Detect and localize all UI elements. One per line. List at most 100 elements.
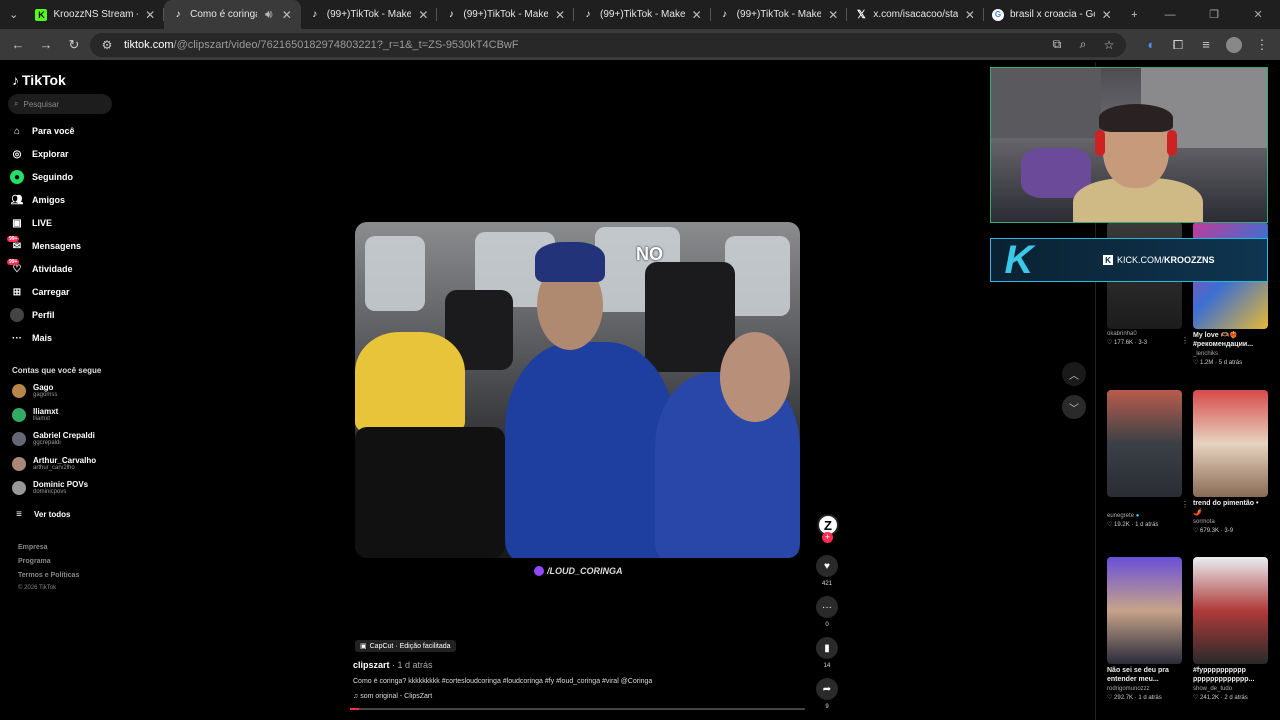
close-icon[interactable]: ✕ [827,8,839,22]
following-account[interactable]: Gago gagomss [12,381,112,401]
more-options-icon[interactable]: ⋮ [1181,336,1189,345]
browser-tab[interactable]: ♪ (99+)TikTok - Make Your Day ✕ [574,0,711,29]
browser-tab[interactable]: 𝕏 x.com/isacacoo/status/20 ✕ [847,0,984,29]
site-info-icon[interactable]: ⚙ [98,38,116,52]
video-caption: #fypppppppppp ppppppppppppp... [1193,667,1255,683]
capcut-badge[interactable]: ▣ CapCut · Edição facilitada [355,640,456,652]
heart-icon[interactable]: ♥ [816,555,838,577]
browser-tab-active[interactable]: ♪ Como é coringa? kkkkkkkk 🔊︎ ✕ [164,0,301,29]
nav-perfil[interactable]: Perfil [10,305,120,325]
following-account[interactable]: lliamxt lliamxt [12,405,112,425]
comment-action[interactable]: ··· 0 [816,596,838,628]
view-count: 19.2K [1114,522,1130,528]
tiktok-logo[interactable]: ♪ TikTok [12,72,66,88]
kick-channel-banner: K K KICK.COM/KROOZZNS [990,238,1268,282]
video-user: eunegrete ● [1107,513,1183,519]
bookmark-star-icon[interactable]: ☆ [1100,38,1118,52]
minimize-icon[interactable]: — [1148,0,1192,29]
footer-link[interactable]: Empresa [18,544,48,551]
like-count: 421 [821,581,832,587]
comment-icon[interactable]: ··· [816,596,838,618]
nav-seguindo[interactable]: ● Seguindo [10,167,120,187]
footer-link[interactable]: Termos e Políticas [18,572,79,579]
browser-tab[interactable]: ♪ (99+)TikTok - Make Your Day ✕ [301,0,438,29]
forward-icon[interactable]: → [34,33,58,57]
nav-explorar[interactable]: ◎ Explorar [10,144,120,164]
see-all-link[interactable]: ≡ Ver todos [12,504,122,524]
next-video-button[interactable]: ﹀ [1062,395,1086,419]
url-host: tiktok.com [124,38,174,51]
bookmark-icon[interactable]: ▮ [816,637,838,659]
video-user: _lenchiks [1193,351,1219,357]
reload-icon[interactable]: ↻ [62,33,86,57]
nav-label: Atividade [32,264,73,274]
extension-icon[interactable]: ◖ [1138,33,1162,57]
tiktok-icon: ♪ [175,9,181,20]
media-icon[interactable]: ≡ [1194,33,1218,57]
tab-search-button[interactable]: ⌄ [0,0,27,29]
x-logo-icon: 𝕏 [856,9,866,21]
nav-mais[interactable]: ··· Mais [10,328,120,348]
following-account[interactable]: Arthur_Carvalho arthur_carv2lho [12,454,112,474]
extensions-puzzle-icon[interactable]: ⧠ [1166,33,1190,57]
more-options-icon[interactable]: ⋮ [1181,500,1189,509]
share-action[interactable]: ➦ 9 [816,678,838,710]
nav-live[interactable]: ▣ LIVE [10,213,120,233]
close-window-icon[interactable]: ✕ [1236,0,1280,29]
close-icon[interactable]: ✕ [281,8,293,22]
video-scene-window [365,236,425,311]
share-icon[interactable]: ➦ [816,678,838,700]
like-action[interactable]: ♥ 421 [816,555,838,587]
previous-video-button[interactable]: ︿ [1062,362,1086,386]
address-bar[interactable]: ⚙ tiktok.com/@clipszart/video/7621650182… [90,32,1126,57]
zoom-icon[interactable]: ⌕ [1074,37,1092,52]
install-app-icon[interactable]: ⧉ [1048,37,1066,52]
search-input[interactable]: ⌕ Pesquisar [8,94,112,114]
new-tab-button[interactable]: + [1121,0,1148,29]
browser-tab[interactable]: ♪ (99+)TikTok - Make Your Day ✕ [437,0,575,29]
browser-tab[interactable]: ♪ (99+)TikTok - Make Your Day ✕ [711,0,848,29]
video-player[interactable] [355,222,800,558]
video-scene-seat [645,262,735,372]
recommended-video[interactable]: trend do pimentão • 🌶️ sormota ♡ 679.3K … [1193,390,1269,534]
close-icon[interactable]: ✕ [554,8,566,22]
close-icon[interactable]: ✕ [144,8,156,22]
nav-amigos[interactable]: 👥︎ Amigos [10,190,120,210]
recommended-video[interactable]: #fypppppppppp ppppppppppppp... show_de_t… [1193,557,1269,701]
account-handle: dominicpovs [33,489,67,495]
follow-button[interactable]: + [822,532,833,543]
capcut-label: CapCut · Edição facilitada [369,642,451,650]
nav-atividade[interactable]: ♡ 99+ Atividade [7,259,120,279]
profile-avatar[interactable] [1222,33,1246,57]
avatar [12,481,26,495]
video-description: Como é coringa? kkkkkkkkk #cortesloudcor… [353,678,653,685]
nav-mensagens[interactable]: ✉ 99+ Mensagens [7,236,120,256]
following-account[interactable]: Dominic POVs dominicpovs [12,478,112,498]
video-progress-bar[interactable] [350,708,805,710]
video-music[interactable]: ♫ som original - ClipsZart [353,693,432,700]
account-name: Dominic POVs [33,480,89,489]
url-text[interactable]: tiktok.com/@clipszart/video/762165018297… [124,39,1040,51]
kick-url: K KICK.COM/KROOZZNS [1103,255,1215,265]
recommended-video[interactable]: Não sei se deu pra entender meu... rodri… [1107,557,1183,701]
speaker-icon[interactable]: 🔊︎ [263,7,275,22]
close-icon[interactable]: ✕ [964,8,976,22]
recommended-video[interactable]: eunegrete ● ♡ 19.2K · 1 d atrás [1107,390,1183,528]
browser-tab[interactable]: G brasil x croacia - Google ✕ [984,0,1121,29]
nav-carregar[interactable]: ⊞ Carregar [10,282,120,302]
save-action[interactable]: ▮ 14 [816,637,838,669]
back-icon[interactable]: ← [6,33,30,57]
footer-link[interactable]: Programa [18,558,51,565]
tab-bar: ⌄ K KroozzNS Stream - Watch ✕ ♪ Como é c… [0,0,1280,29]
maximize-icon[interactable]: ❐ [1192,0,1236,29]
close-icon[interactable]: ✕ [691,8,703,22]
video-author[interactable]: clipszart · 1 d atrás [353,660,433,670]
video-person-face [720,332,790,422]
close-icon[interactable]: ✕ [1101,8,1113,22]
close-icon[interactable]: ✕ [417,8,429,22]
following-account[interactable]: Gabriel Crepaldi ggcrepaldi [12,429,112,449]
menu-icon[interactable]: ⋮ [1250,33,1274,57]
browser-tab[interactable]: K KroozzNS Stream - Watch ✕ [27,0,165,29]
activity-icon: ♡ 99+ [7,259,22,275]
nav-para-voce[interactable]: ⌂ Para você [10,121,120,141]
